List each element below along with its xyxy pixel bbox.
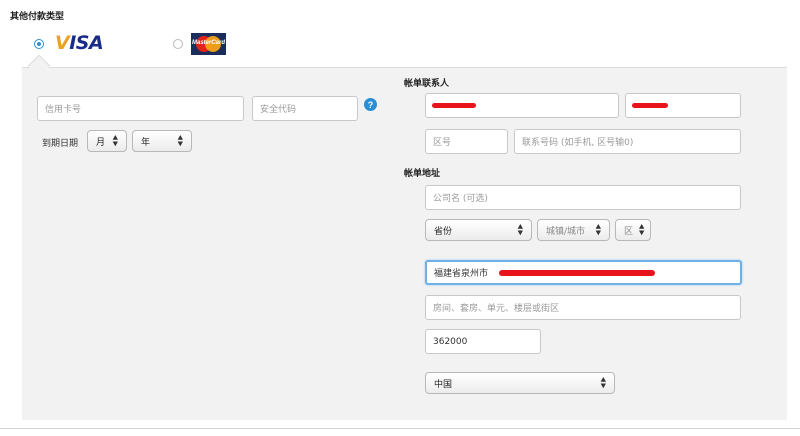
divider <box>0 428 800 429</box>
country-select[interactable]: 中国 ▲ ▼ <box>425 372 615 394</box>
mastercard-option[interactable]: MasterCard <box>173 33 226 55</box>
apartment-input[interactable]: 房间、套房、单元、楼层或街区 <box>425 295 741 320</box>
select-arrows-icon: ▲ ▼ <box>600 375 606 390</box>
province-select[interactable]: 省份 ▲ ▼ <box>425 219 532 241</box>
visa-option[interactable]: VISA <box>34 32 104 54</box>
city-select[interactable]: 城镇/城市 ▲ ▼ <box>537 219 610 241</box>
mastercard-radio[interactable] <box>173 39 183 49</box>
expiry-label: 到期日期 <box>42 139 79 149</box>
province-value: 省份 <box>434 226 453 237</box>
country-value: 中国 <box>434 379 453 390</box>
select-arrows-icon: ▲ ▼ <box>177 133 183 148</box>
expiry-month-value: 月 <box>96 137 106 148</box>
city-value: 城镇/城市 <box>546 226 586 237</box>
security-code-input[interactable]: 安全代码 <box>252 96 358 121</box>
select-arrows-icon: ▲ ▼ <box>639 222 645 237</box>
expiry-year-value: 年 <box>141 137 151 148</box>
mastercard-logo-icon: MasterCard <box>191 33 226 55</box>
phone-input[interactable]: 联系号码 (如手机, 区号输0) <box>514 129 741 154</box>
area-code-input[interactable]: 区号 <box>425 129 508 154</box>
expiry-year-select[interactable]: 年 ▲ ▼ <box>132 130 192 152</box>
district-value: 区 <box>624 226 634 237</box>
select-arrows-icon: ▲ ▼ <box>517 222 523 237</box>
billing-contact-heading: 帐单联系人 <box>404 79 450 89</box>
select-arrows-icon: ▲ ▼ <box>595 222 601 237</box>
billing-address-heading: 帐单地址 <box>404 169 441 179</box>
help-icon[interactable]: ? <box>364 98 377 111</box>
card-number-input[interactable]: 信用卡号 <box>37 96 244 121</box>
contact-surname-input[interactable] <box>625 93 741 118</box>
district-select[interactable]: 区 ▲ ▼ <box>615 219 651 241</box>
redaction-mark <box>499 270 655 276</box>
company-input[interactable]: 公司名 (可选) <box>425 185 741 210</box>
postal-code-input[interactable]: 362000 <box>425 329 541 354</box>
redaction-mark <box>632 103 668 108</box>
contact-name-input[interactable] <box>425 93 619 118</box>
street-address-value: 福建省泉州市 <box>434 269 489 279</box>
payment-type-heading: 其他付款类型 <box>10 12 65 22</box>
street-address-input[interactable]: 福建省泉州市 <box>425 260 742 285</box>
expiry-month-select[interactable]: 月 ▲ ▼ <box>87 130 127 152</box>
visa-radio[interactable] <box>34 38 44 49</box>
redaction-mark <box>432 103 476 108</box>
select-arrows-icon: ▲ ▼ <box>112 133 118 148</box>
visa-logo-icon: VISA <box>55 32 104 54</box>
